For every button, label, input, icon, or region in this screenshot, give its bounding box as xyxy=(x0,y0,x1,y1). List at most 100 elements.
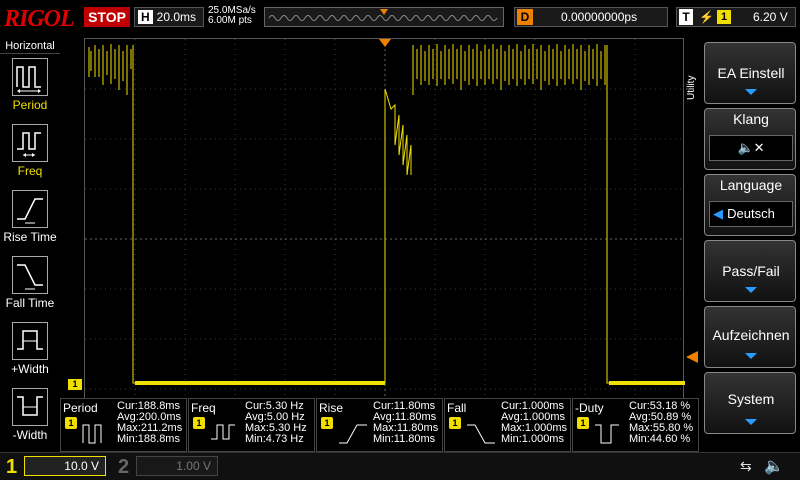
measurement-channel: 1 xyxy=(65,417,77,429)
record-button[interactable]: Aufzeichnen xyxy=(704,306,796,368)
chevron-down-icon xyxy=(745,287,757,293)
measurement-min: Min:11.80ms xyxy=(373,433,436,445)
measurement-values: Cur:53.18 % Avg:50.89 % Max:55.80 % Min:… xyxy=(629,401,693,445)
fall-time-label: Fall Time xyxy=(5,296,55,310)
speaker-muted-icon: 🔈 xyxy=(764,458,784,475)
measurement-channel: 1 xyxy=(449,417,461,429)
measurement-values: Cur:188.8ms Avg:200.0ms Max:211.2ms Min:… xyxy=(117,401,182,445)
measurement-rise[interactable]: Rise 1 Cur:11.80ms Avg:11.80ms Max:11.80… xyxy=(316,398,443,452)
measurement-values: Cur:1.000ms Avg:1.000ms Max:1.000ms Min:… xyxy=(501,401,567,445)
chevron-down-icon xyxy=(745,353,757,359)
ch1-offset-marker[interactable]: 1 xyxy=(68,379,82,390)
delay-value: 0.00000000ps xyxy=(561,10,638,24)
usb-icon: ⇆ xyxy=(740,458,752,474)
minus-width-label: -Width xyxy=(12,428,48,442)
measurement-min: Min:1.000ms xyxy=(501,433,564,445)
chevron-left-icon: ◀ xyxy=(713,206,723,221)
ch1-waveform-trace xyxy=(88,44,685,384)
measurement-min: Min:188.8ms xyxy=(117,433,180,445)
trigger-letter: T xyxy=(679,9,693,25)
right-menu-title: Utility xyxy=(686,75,697,100)
rise-time-icon xyxy=(12,190,48,228)
measurement-freq[interactable]: Freq 1 Cur:5.30 Hz Avg:5.00 Hz Max:5.30 … xyxy=(188,398,315,452)
trigger-level-marker[interactable] xyxy=(686,351,698,363)
utility-menu: EA Einstell Klang 🔈✕ Language ◀ Deutsch … xyxy=(704,38,800,450)
measure-fall-time-button[interactable]: Fall Time xyxy=(0,254,60,318)
memory-overview-bar[interactable] xyxy=(264,7,504,27)
measure-plus-width-button[interactable]: +Width xyxy=(0,320,60,384)
trigger-time-marker[interactable] xyxy=(379,39,391,47)
rigol-logo: RIGOL xyxy=(4,6,75,32)
freq-label: Freq xyxy=(17,164,43,178)
trigger-level: 6.20 V xyxy=(753,10,788,24)
rise-time-icon xyxy=(339,424,367,444)
ch1-label[interactable]: 1 xyxy=(6,456,17,479)
system-label: System xyxy=(727,391,775,407)
ch1-scale-value: 10.0 V xyxy=(64,459,99,473)
left-menu-title: Horizontal xyxy=(0,38,60,54)
measure-rise-time-button[interactable]: Rise Time xyxy=(0,188,60,252)
measurement-min: Min:44.60 % xyxy=(629,433,691,445)
trigger-position-marker xyxy=(380,9,388,15)
measurement-name: Period xyxy=(63,401,98,415)
fall-time-icon xyxy=(467,424,495,444)
measurement-name: Rise xyxy=(319,401,344,415)
measurement-values: Cur:5.30 Hz Avg:5.00 Hz Max:5.30 Hz Min:… xyxy=(245,401,307,445)
timebase-indicator[interactable]: H 20.0ms xyxy=(134,7,204,27)
speaker-muted-icon: 🔈✕ xyxy=(709,135,793,161)
run-stop-status[interactable]: STOP xyxy=(84,7,130,27)
measurement-name: -Duty xyxy=(575,401,604,415)
waveform-display[interactable] xyxy=(84,38,685,439)
system-button[interactable]: System xyxy=(704,372,796,434)
measurement-neg-duty[interactable]: -Duty 1 Cur:53.18 % Avg:50.89 % Max:55.8… xyxy=(572,398,699,452)
measure-minus-width-button[interactable]: -Width xyxy=(0,386,60,450)
record-label: Aufzeichnen xyxy=(712,327,790,343)
measurement-values: Cur:11.80ms Avg:11.80ms Max:11.80ms Min:… xyxy=(373,401,438,445)
freq-icon xyxy=(12,124,48,162)
period-icon xyxy=(82,424,102,444)
measure-period-button[interactable]: Period xyxy=(0,56,60,120)
measurement-channel: 1 xyxy=(193,417,205,429)
measurement-period[interactable]: Period 1 Cur:188.8ms Avg:200.0ms Max:211… xyxy=(60,398,187,452)
graticule-and-trace xyxy=(85,39,685,439)
language-value-box: ◀ Deutsch xyxy=(709,201,793,227)
measurement-channel: 1 xyxy=(577,417,589,429)
minus-width-icon xyxy=(12,388,48,426)
measurement-fall[interactable]: Fall 1 Cur:1.000ms Avg:1.000ms Max:1.000… xyxy=(444,398,571,452)
memory-waveform-overview xyxy=(268,9,498,21)
neg-duty-icon xyxy=(595,424,619,444)
io-settings-button[interactable]: EA Einstell xyxy=(704,42,796,104)
trigger-indicator[interactable]: T ⚡ 1 6.20 V xyxy=(676,7,796,27)
freq-icon xyxy=(211,424,235,440)
chevron-down-icon xyxy=(745,419,757,425)
io-settings-label: EA Einstell xyxy=(717,65,785,81)
chevron-down-icon xyxy=(745,89,757,95)
language-button[interactable]: Language ◀ Deutsch xyxy=(704,174,796,236)
fall-time-icon xyxy=(12,256,48,294)
horizontal-letter: H xyxy=(138,10,153,24)
sound-label: Klang xyxy=(733,111,769,127)
horizontal-measure-menu: Horizontal Period Freq Rise Time Fall Ti… xyxy=(0,38,60,450)
language-value: Deutsch xyxy=(727,206,775,221)
timebase-value: 20.0ms xyxy=(156,10,197,24)
pass-fail-button[interactable]: Pass/Fail xyxy=(704,240,796,302)
plus-width-icon xyxy=(12,322,48,360)
ch2-scale[interactable]: 1.00 V xyxy=(136,456,218,476)
language-label: Language xyxy=(719,177,783,193)
ch2-scale-value: 1.00 V xyxy=(176,459,211,473)
measure-freq-button[interactable]: Freq xyxy=(0,122,60,186)
ch1-scale[interactable]: 10.0 V xyxy=(24,456,106,476)
sound-button[interactable]: Klang 🔈✕ xyxy=(704,108,796,170)
delay-letter: D xyxy=(517,9,533,25)
delay-indicator[interactable]: D 0.00000000ps xyxy=(514,7,668,27)
pass-fail-label: Pass/Fail xyxy=(722,263,780,279)
measurement-name: Fall xyxy=(447,401,467,415)
period-label: Period xyxy=(12,98,48,112)
acquisition-info: 25.0MSa/s 6.00M pts xyxy=(208,6,256,26)
measurement-name: Freq xyxy=(191,401,216,415)
measurement-channel: 1 xyxy=(321,417,333,429)
memory-depth: 6.00M pts xyxy=(208,15,252,26)
trigger-source: 1 xyxy=(717,10,731,24)
ch2-label[interactable]: 2 xyxy=(118,456,129,479)
plus-width-label: +Width xyxy=(11,362,49,376)
